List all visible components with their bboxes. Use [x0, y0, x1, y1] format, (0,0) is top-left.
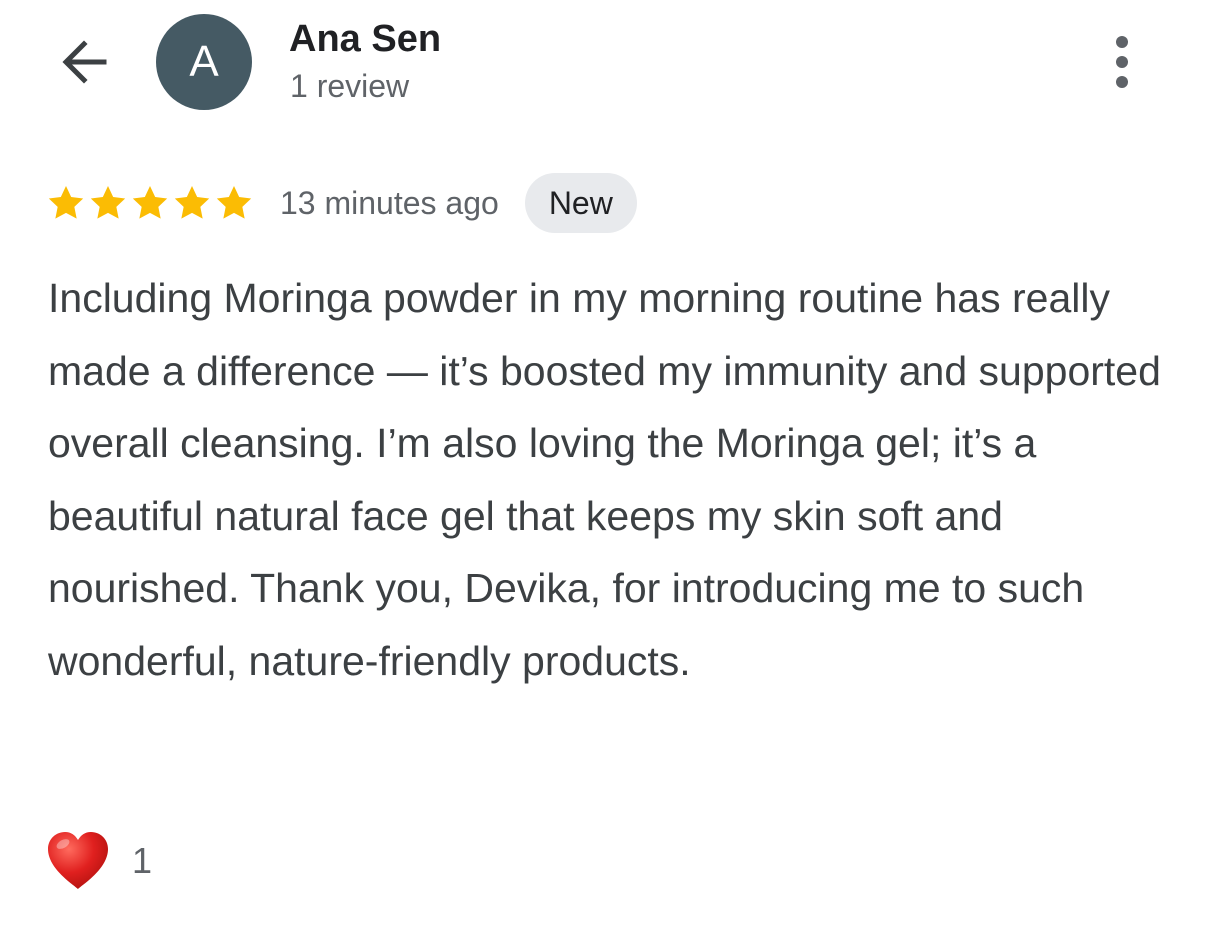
heart-icon — [48, 832, 108, 889]
star-icon — [132, 186, 168, 219]
star-icon — [48, 186, 84, 219]
more-vertical-icon — [1116, 36, 1128, 88]
avatar-letter: A — [189, 37, 219, 86]
back-button[interactable] — [48, 26, 120, 98]
review-meta: 13 minutes ago New — [46, 172, 637, 234]
star-rating — [46, 183, 256, 223]
user-name[interactable]: Ana Sen — [289, 16, 441, 62]
reaction-count: 1 — [132, 840, 153, 881]
new-badge: New — [524, 173, 637, 233]
star-icon — [216, 186, 252, 219]
arrow-left-icon — [62, 40, 107, 84]
avatar[interactable]: A — [156, 14, 252, 110]
review-text: Including Moringa powder in my morning r… — [48, 275, 1161, 684]
review-header: A Ana Sen 1 review — [0, 0, 1206, 130]
review-count: 1 review — [290, 68, 410, 104]
star-icon — [174, 186, 210, 219]
review-time: 13 minutes ago — [280, 184, 499, 221]
star-icon — [90, 186, 126, 219]
like-reaction-button[interactable]: 1 — [44, 826, 152, 896]
more-options-button[interactable] — [1092, 26, 1152, 98]
